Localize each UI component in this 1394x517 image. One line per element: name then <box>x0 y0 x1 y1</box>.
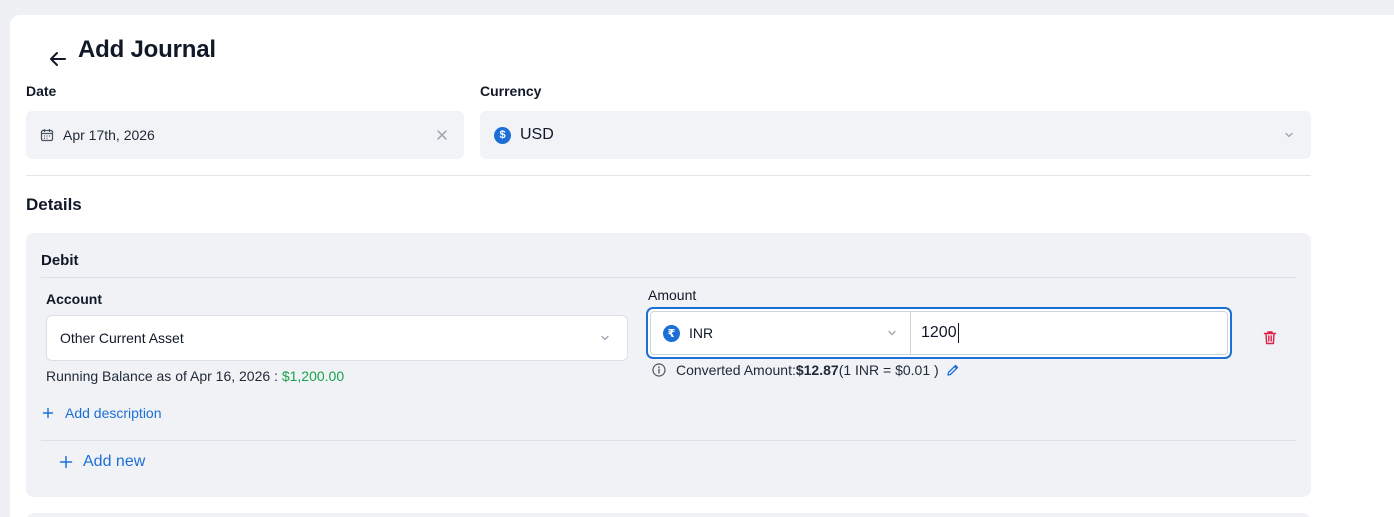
rupee-icon: ₹ <box>663 324 680 342</box>
amount-input[interactable]: 1200 <box>911 312 1227 354</box>
running-balance-label: Running Balance as of Apr 16, 2026 : <box>46 368 282 384</box>
text-caret <box>957 323 959 343</box>
next-section-panel <box>26 513 1311 517</box>
chevron-down-icon <box>1285 132 1293 138</box>
currency-label: Currency <box>480 83 542 99</box>
arrow-left-icon <box>50 52 66 66</box>
plus-icon <box>59 455 73 469</box>
section-divider <box>26 175 1311 176</box>
date-value: Apr 17th, 2026 <box>63 127 155 143</box>
amount-label: Amount <box>648 287 697 303</box>
pencil-icon[interactable] <box>946 363 960 377</box>
details-heading: Details <box>26 195 82 214</box>
date-label: Date <box>26 83 57 99</box>
calendar-icon <box>40 129 54 142</box>
amount-currency-select[interactable]: ₹ INR <box>651 312 911 354</box>
debit-panel: Debit Account Other Current Asset Runnin… <box>26 233 1311 497</box>
amount-currency-value: INR <box>689 325 714 341</box>
clear-date-icon[interactable] <box>436 129 448 141</box>
running-balance: Running Balance as of Apr 16, 2026 : $1,… <box>46 368 344 384</box>
add-description-label: Add description <box>65 405 162 421</box>
currency-select[interactable]: $ USD <box>480 111 1311 159</box>
dollar-icon: $ <box>494 126 511 144</box>
add-new-label: Add new <box>83 453 146 470</box>
amount-field-group: ₹ INR 1200 <box>646 307 1232 359</box>
back-button[interactable] <box>38 39 78 79</box>
debit-heading: Debit <box>41 252 79 269</box>
add-new-button[interactable]: Add new <box>59 453 145 471</box>
debit-bottom-divider <box>41 440 1296 441</box>
trash-icon <box>1263 330 1277 344</box>
currency-value: USD <box>520 126 554 143</box>
running-balance-amount: $1,200.00 <box>281 368 345 384</box>
account-value: Other Current Asset <box>60 330 184 346</box>
account-select[interactable]: Other Current Asset <box>46 315 628 361</box>
chevron-down-icon <box>601 335 609 341</box>
page-title: Add Journal <box>78 36 216 63</box>
journal-form-card: Add Journal Date Apr 17th, 2026 Currency… <box>10 15 1394 517</box>
chevron-down-icon <box>888 330 896 336</box>
info-icon <box>652 363 666 377</box>
converted-amount-value: $12.87 <box>795 362 839 378</box>
conversion-rate: (1 INR = $0.01 ) <box>838 362 939 378</box>
add-description-button[interactable]: Add description <box>42 405 162 421</box>
plus-icon <box>42 407 54 419</box>
amount-input-value: 1200 <box>921 324 957 341</box>
date-picker-field[interactable]: Apr 17th, 2026 <box>26 111 464 159</box>
delete-row-button[interactable] <box>1258 325 1282 349</box>
converted-amount: Converted Amount: $12.87 (1 INR = $0.01 … <box>652 362 960 378</box>
converted-amount-label: Converted Amount: <box>676 362 796 378</box>
account-label: Account <box>46 291 102 307</box>
debit-divider <box>41 277 1296 278</box>
